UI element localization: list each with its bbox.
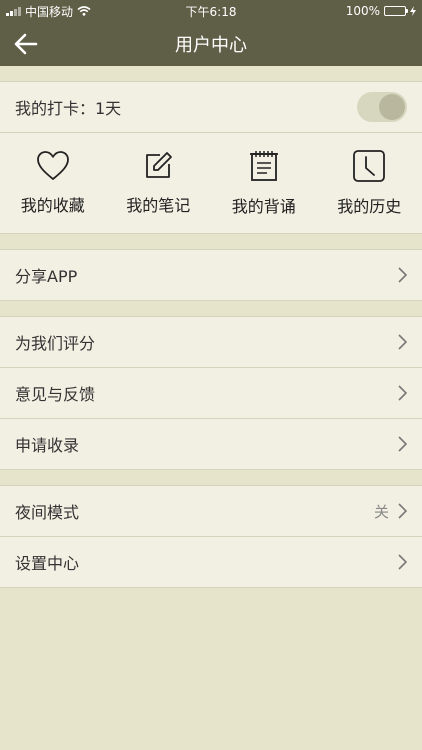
- recite-button[interactable]: 我的背诵: [211, 133, 317, 233]
- chevron-right-icon: [398, 334, 407, 350]
- signal-icon: [6, 6, 21, 16]
- heart-icon: [36, 151, 69, 180]
- checkin-toggle[interactable]: [357, 92, 407, 122]
- request-inclusion-row[interactable]: 申请收录: [0, 419, 422, 469]
- profile-card: 我的打卡：1天 我的收藏 我的笔记 我的背诵 我的历史: [0, 81, 422, 234]
- note-edit-icon: [146, 152, 173, 178]
- share-app-label: 分享APP: [15, 267, 78, 286]
- settings-center-row[interactable]: 设置中心: [0, 537, 422, 587]
- notes-button[interactable]: 我的笔记: [106, 133, 212, 233]
- night-mode-label: 夜间模式: [15, 503, 80, 522]
- favorites-button[interactable]: 我的收藏: [0, 133, 106, 233]
- battery-icon: [384, 6, 408, 16]
- rate-us-row[interactable]: 为我们评分: [0, 317, 422, 368]
- scroll-icon: [249, 151, 278, 181]
- notes-label: 我的笔记: [126, 196, 191, 215]
- rate-us-label: 为我们评分: [15, 334, 96, 353]
- chevron-right-icon: [398, 436, 407, 452]
- charging-icon: [410, 6, 416, 16]
- settings-center-label: 设置中心: [15, 554, 80, 573]
- status-bar: 中国移动 下午6:18 100%: [0, 0, 422, 22]
- clock-icon: [353, 150, 386, 182]
- feedback-row[interactable]: 意见与反馈: [0, 368, 422, 419]
- recite-label: 我的背诵: [231, 197, 296, 216]
- checkin-label: 我的打卡：1天: [15, 99, 122, 118]
- wifi-icon: [77, 6, 91, 16]
- feedback-label: 意见与反馈: [15, 385, 96, 404]
- chevron-right-icon: [398, 554, 407, 570]
- toggle-knob: [379, 94, 405, 120]
- arrow-left-icon: [14, 33, 38, 55]
- checkin-row: 我的打卡：1天: [0, 82, 422, 133]
- night-mode-value: 关: [373, 502, 389, 521]
- page-title: 用户中心: [175, 35, 247, 56]
- status-right: 100%: [346, 4, 416, 18]
- back-button[interactable]: [12, 30, 40, 58]
- chevron-right-icon: [398, 267, 407, 283]
- nav-bar: 用户中心: [0, 22, 422, 66]
- battery-percent: 100%: [345, 4, 380, 18]
- favorites-label: 我的收藏: [20, 196, 85, 215]
- share-app-row[interactable]: 分享APP: [0, 250, 422, 300]
- chevron-right-icon: [398, 385, 407, 401]
- carrier-name: 中国移动: [25, 4, 74, 19]
- status-left: 中国移动: [6, 3, 91, 20]
- history-button[interactable]: 我的历史: [317, 133, 422, 233]
- share-section: 分享APP: [0, 249, 422, 301]
- history-label: 我的历史: [337, 197, 402, 216]
- settings-section: 夜间模式 关 设置中心: [0, 485, 422, 588]
- night-mode-row[interactable]: 夜间模式 关: [0, 486, 422, 537]
- chevron-right-icon: [398, 503, 407, 519]
- feedback-section: 为我们评分 意见与反馈 申请收录: [0, 316, 422, 470]
- request-inclusion-label: 申请收录: [15, 436, 80, 455]
- quick-actions: 我的收藏 我的笔记 我的背诵 我的历史: [0, 133, 422, 233]
